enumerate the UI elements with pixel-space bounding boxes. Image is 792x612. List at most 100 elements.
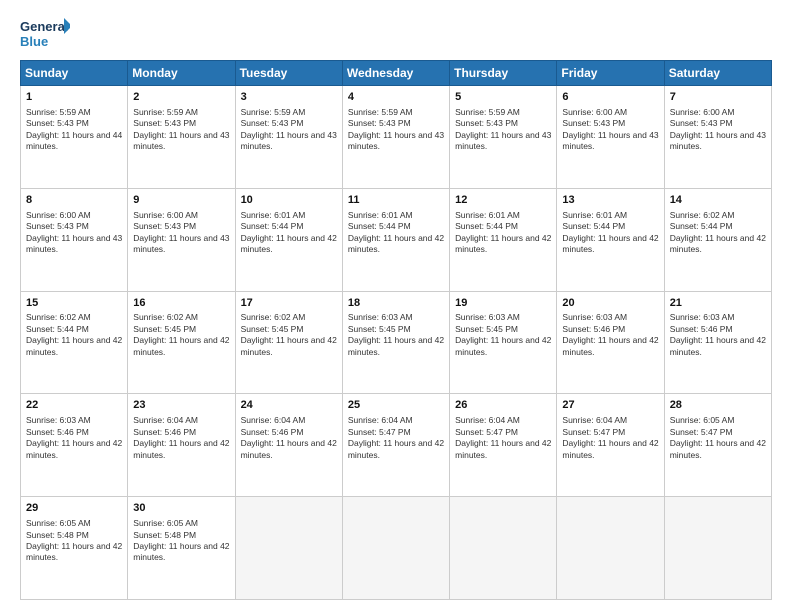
day-info: Sunrise: 6:04 AMSunset: 5:47 PMDaylight:… [348,415,445,461]
day-cell: 16Sunrise: 6:02 AMSunset: 5:45 PMDayligh… [128,291,235,394]
day-number: 1 [26,90,123,105]
day-number: 24 [241,398,338,413]
day-cell: 30Sunrise: 6:05 AMSunset: 5:48 PMDayligh… [128,497,235,600]
day-info: Sunrise: 6:01 AMSunset: 5:44 PMDaylight:… [241,210,338,256]
day-number: 23 [133,398,230,413]
calendar-header: SundayMondayTuesdayWednesdayThursdayFrid… [21,61,772,86]
day-number: 19 [455,296,552,311]
logo-svg: General Blue [20,16,70,52]
day-number: 16 [133,296,230,311]
day-cell [235,497,342,600]
day-info: Sunrise: 6:03 AMSunset: 5:45 PMDaylight:… [455,312,552,358]
week-row-2: 8Sunrise: 6:00 AMSunset: 5:43 PMDaylight… [21,188,772,291]
day-number: 6 [562,90,659,105]
header-row: SundayMondayTuesdayWednesdayThursdayFrid… [21,61,772,86]
week-row-5: 29 Sunrise: 6:05 AMSunset: 5:48 PMDayligh… [21,497,772,600]
day-cell: 18Sunrise: 6:03 AMSunset: 5:45 PMDayligh… [342,291,449,394]
day-info: Sunrise: 6:02 AMSunset: 5:45 PMDaylight:… [133,312,230,358]
header-cell-sunday: Sunday [21,61,128,86]
day-cell: 21Sunrise: 6:03 AMSunset: 5:46 PMDayligh… [664,291,771,394]
week-row-3: 15Sunrise: 6:02 AMSunset: 5:44 PMDayligh… [21,291,772,394]
day-cell [664,497,771,600]
day-number: 9 [133,193,230,208]
day-info: Sunrise: 6:04 AMSunset: 5:47 PMDaylight:… [455,415,552,461]
day-info: Sunrise: 5:59 AMSunset: 5:43 PMDaylight:… [241,107,338,153]
day-info: Sunrise: 6:00 AMSunset: 5:43 PMDaylight:… [133,210,230,256]
day-number: 14 [670,193,767,208]
header-cell-tuesday: Tuesday [235,61,342,86]
day-info: Sunrise: 6:03 AMSunset: 5:45 PMDaylight:… [348,312,445,358]
week-row-4: 22Sunrise: 6:03 AMSunset: 5:46 PMDayligh… [21,394,772,497]
header-cell-thursday: Thursday [450,61,557,86]
day-cell: 27Sunrise: 6:04 AMSunset: 5:47 PMDayligh… [557,394,664,497]
day-cell: 13Sunrise: 6:01 AMSunset: 5:44 PMDayligh… [557,188,664,291]
week-row-1: 1 Sunrise: 5:59 AMSunset: 5:43 PMDaylight… [21,86,772,189]
day-cell: 28Sunrise: 6:05 AMSunset: 5:47 PMDayligh… [664,394,771,497]
day-info: Sunrise: 6:00 AMSunset: 5:43 PMDaylight:… [670,107,767,153]
day-info: Sunrise: 6:01 AMSunset: 5:44 PMDaylight:… [455,210,552,256]
day-info: Sunrise: 6:04 AMSunset: 5:46 PMDaylight:… [133,415,230,461]
day-number: 26 [455,398,552,413]
day-info: Sunrise: 5:59 AMSunset: 5:43 PMDaylight:… [26,107,123,153]
header: General Blue [20,16,772,52]
day-cell: 4Sunrise: 5:59 AMSunset: 5:43 PMDaylight… [342,86,449,189]
day-info: Sunrise: 6:05 AMSunset: 5:48 PMDaylight:… [26,518,123,564]
day-cell: 8Sunrise: 6:00 AMSunset: 5:43 PMDaylight… [21,188,128,291]
day-cell: 5Sunrise: 5:59 AMSunset: 5:43 PMDaylight… [450,86,557,189]
day-number: 17 [241,296,338,311]
day-number: 7 [670,90,767,105]
day-cell: 9 Sunrise: 6:00 AMSunset: 5:43 PMDaylight… [128,188,235,291]
day-cell: 29 Sunrise: 6:05 AMSunset: 5:48 PMDayligh… [21,497,128,600]
day-info: Sunrise: 6:04 AMSunset: 5:46 PMDaylight:… [241,415,338,461]
day-cell: 26 Sunrise: 6:04 AMSunset: 5:47 PMDayligh… [450,394,557,497]
day-cell: 14 Sunrise: 6:02 AMSunset: 5:44 PMDayligh… [664,188,771,291]
page: General Blue SundayMondayTuesdayWednesda… [0,0,792,612]
day-number: 12 [455,193,552,208]
day-cell: 22Sunrise: 6:03 AMSunset: 5:46 PMDayligh… [21,394,128,497]
svg-text:Blue: Blue [20,34,48,49]
day-cell [450,497,557,600]
day-number: 18 [348,296,445,311]
day-cell: 7 Sunrise: 6:00 AMSunset: 5:43 PMDaylight… [664,86,771,189]
day-info: Sunrise: 6:00 AMSunset: 5:43 PMDaylight:… [26,210,123,256]
day-number: 3 [241,90,338,105]
day-cell [557,497,664,600]
svg-text:General: General [20,19,68,34]
day-info: Sunrise: 5:59 AMSunset: 5:43 PMDaylight:… [133,107,230,153]
day-cell [342,497,449,600]
day-cell: 6 Sunrise: 6:00 AMSunset: 5:43 PMDaylight… [557,86,664,189]
day-info: Sunrise: 6:01 AMSunset: 5:44 PMDaylight:… [562,210,659,256]
day-info: Sunrise: 6:03 AMSunset: 5:46 PMDaylight:… [670,312,767,358]
day-number: 11 [348,193,445,208]
header-cell-monday: Monday [128,61,235,86]
day-info: Sunrise: 5:59 AMSunset: 5:43 PMDaylight:… [348,107,445,153]
day-cell: 1 Sunrise: 5:59 AMSunset: 5:43 PMDaylight… [21,86,128,189]
day-info: Sunrise: 6:05 AMSunset: 5:47 PMDaylight:… [670,415,767,461]
calendar-table: SundayMondayTuesdayWednesdayThursdayFrid… [20,60,772,600]
day-number: 22 [26,398,123,413]
day-cell: 12 Sunrise: 6:01 AMSunset: 5:44 PMDayligh… [450,188,557,291]
day-info: Sunrise: 6:02 AMSunset: 5:44 PMDaylight:… [26,312,123,358]
day-cell: 15Sunrise: 6:02 AMSunset: 5:44 PMDayligh… [21,291,128,394]
day-number: 20 [562,296,659,311]
day-number: 27 [562,398,659,413]
day-info: Sunrise: 6:05 AMSunset: 5:48 PMDaylight:… [133,518,230,564]
day-info: Sunrise: 6:02 AMSunset: 5:45 PMDaylight:… [241,312,338,358]
day-number: 29 [26,501,123,516]
day-cell: 19Sunrise: 6:03 AMSunset: 5:45 PMDayligh… [450,291,557,394]
day-number: 15 [26,296,123,311]
header-cell-wednesday: Wednesday [342,61,449,86]
calendar-body: 1 Sunrise: 5:59 AMSunset: 5:43 PMDaylight… [21,86,772,600]
day-number: 25 [348,398,445,413]
day-cell: 23 Sunrise: 6:04 AMSunset: 5:46 PMDayligh… [128,394,235,497]
day-cell: 25 Sunrise: 6:04 AMSunset: 5:47 PMDayligh… [342,394,449,497]
day-info: Sunrise: 6:02 AMSunset: 5:44 PMDaylight:… [670,210,767,256]
day-number: 2 [133,90,230,105]
day-cell: 3 Sunrise: 5:59 AMSunset: 5:43 PMDaylight… [235,86,342,189]
day-cell: 11Sunrise: 6:01 AMSunset: 5:44 PMDayligh… [342,188,449,291]
day-cell: 17Sunrise: 6:02 AMSunset: 5:45 PMDayligh… [235,291,342,394]
day-info: Sunrise: 6:00 AMSunset: 5:43 PMDaylight:… [562,107,659,153]
day-number: 21 [670,296,767,311]
header-cell-saturday: Saturday [664,61,771,86]
day-number: 10 [241,193,338,208]
